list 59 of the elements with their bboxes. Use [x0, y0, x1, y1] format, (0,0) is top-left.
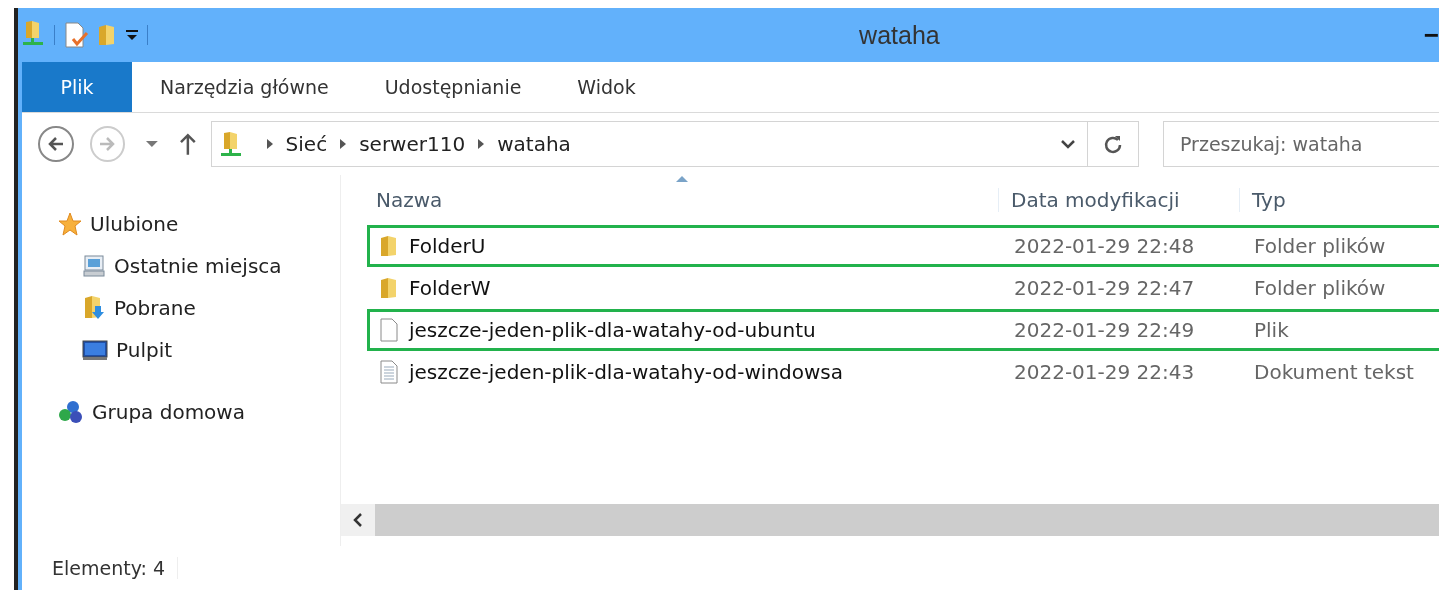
scroll-left-button[interactable]: [341, 504, 375, 536]
folder-icon: [379, 277, 399, 299]
column-header[interactable]: Typ: [1239, 188, 1439, 212]
desktop-icon: [82, 339, 108, 361]
breadcrumb[interactable]: serwer110: [359, 132, 466, 156]
recent-locations-caret-icon[interactable]: [145, 140, 159, 148]
status-text: Elementy: 4: [52, 557, 179, 579]
downloads-folder-icon: [82, 295, 106, 321]
column-header[interactable]: Nazwa: [341, 188, 998, 212]
date-cell-text: 2022-01-29 22:48: [1013, 234, 1196, 258]
file-name: jeszcze-jeden-plik-dla-watahy-od-windowsa: [409, 360, 844, 384]
breadcrumb[interactable]: wataha: [497, 132, 571, 156]
type-cell-text: Folder plików: [1253, 234, 1387, 258]
breadcrumb[interactable]: Sieć: [285, 132, 328, 156]
minimize-button[interactable]: −: [1423, 19, 1439, 51]
file-icon: [379, 318, 399, 342]
properties-icon[interactable]: [63, 21, 89, 49]
horizontal-scrollbar[interactable]: [341, 504, 1439, 536]
chevron-icon[interactable]: [265, 138, 274, 150]
sidebar-item[interactable]: Ostatnie miejsca: [22, 245, 340, 287]
star-icon: [58, 212, 82, 236]
customize-dropdown-icon[interactable]: [125, 28, 139, 42]
file-row[interactable]: FolderW 2022-01-29 22:47 Folder plików: [367, 267, 1439, 309]
refresh-button[interactable]: [1087, 121, 1139, 167]
file-name: FolderU: [409, 234, 486, 258]
network-folder-icon: [20, 20, 46, 46]
chevron-left-icon[interactable]: [353, 513, 363, 527]
dropdown-chevron-icon[interactable]: [1060, 139, 1075, 149]
sidebar-item[interactable]: Pulpit: [22, 329, 340, 371]
search-field[interactable]: Przeszukaj: wataha: [1163, 121, 1439, 167]
sidebar-item[interactable]: Pobrane: [22, 287, 340, 329]
sidebar-item[interactable]: Grupa domowa: [22, 391, 340, 433]
highlighted-file-row[interactable]: FolderU 2022-01-29 22:48 Folder plików: [367, 225, 1439, 267]
highlighted-file-row[interactable]: jeszcze-jeden-plik-dla-watahy-od-ubuntu 2022-01-29 22:49 Plik: [367, 309, 1439, 351]
type-cell-text: Folder plików: [1253, 276, 1387, 300]
sort-arrow-icon: [676, 175, 688, 182]
new-folder-icon: [97, 24, 117, 46]
file-name: FolderW: [409, 276, 491, 300]
type-cell-text: Plik: [1253, 318, 1290, 342]
file-row[interactable]: jeszcze-jeden-plik-dla-watahy-od-windowsa 2022-01-29 22:43 Dokument tekst: [367, 351, 1439, 393]
ribbon-tab[interactable]: Plik: [22, 62, 132, 112]
type-cell-text: Dokument tekst: [1253, 360, 1415, 384]
text-file-icon: [379, 360, 399, 384]
date-cell-text: 2022-01-29 22:43: [1013, 360, 1196, 384]
refresh-icon[interactable]: [1102, 134, 1123, 154]
date-cell-text: 2022-01-29 22:47: [1013, 276, 1196, 300]
recent-places-icon: [82, 254, 106, 278]
homegroup-icon: [58, 399, 84, 425]
address-bar[interactable]: Sieć serwer110 wataha: [210, 121, 1088, 167]
column-header[interactable]: Data modyfikacji: [998, 188, 1239, 212]
folder-icon: [379, 235, 399, 257]
window-title: wataha: [858, 20, 941, 50]
date-cell-text: 2022-01-29 22:49: [1013, 318, 1196, 342]
chevron-icon[interactable]: [339, 138, 348, 150]
chevron-icon[interactable]: [477, 138, 486, 150]
up-arrow-icon[interactable]: [178, 132, 197, 156]
file-name: jeszcze-jeden-plik-dla-watahy-od-ubuntu: [409, 318, 816, 342]
back-button[interactable]: [38, 126, 74, 162]
sidebar-item[interactable]: Ulubione: [22, 203, 340, 245]
